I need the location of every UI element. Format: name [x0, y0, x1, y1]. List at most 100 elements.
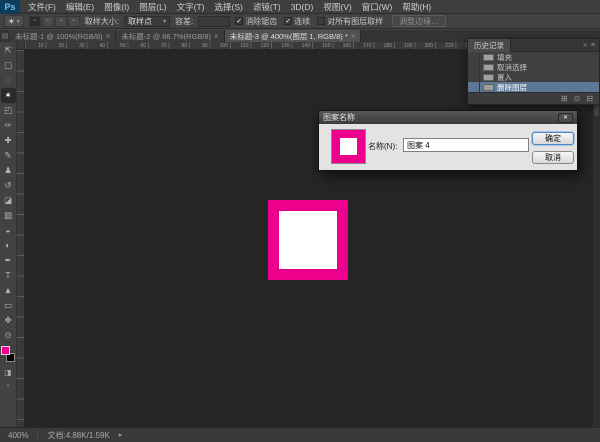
- clone-stamp-tool[interactable]: ♟: [1, 163, 16, 178]
- pen-tool[interactable]: ✒: [1, 253, 16, 268]
- history-header-icons: »≡: [583, 42, 599, 49]
- screen-mode-icon[interactable]: ▫: [1, 379, 16, 392]
- ruler-tick-label: 200: [415, 42, 436, 49]
- sample-size-dropdown[interactable]: 取样点 ▾: [124, 16, 170, 27]
- ruler-tick-label: 210: [435, 42, 456, 49]
- marquee-tool[interactable]: ▢: [1, 58, 16, 73]
- pattern-name-input[interactable]: [403, 138, 529, 152]
- ruler-tick-label: 190: [394, 42, 415, 49]
- menu-item[interactable]: 视图(V): [318, 0, 356, 14]
- menu-item[interactable]: 文件(F): [23, 0, 61, 14]
- menu-item[interactable]: 滤镜(T): [248, 0, 286, 14]
- ruler-tick-label: 20: [46, 42, 67, 49]
- menu-item[interactable]: 帮助(H): [397, 0, 436, 14]
- status-divider: [37, 431, 38, 440]
- history-state-icon: [483, 64, 494, 71]
- status-options-arrow-icon[interactable]: ▸: [119, 431, 123, 439]
- tab-history[interactable]: 历史记录: [468, 39, 511, 52]
- option-checkbox[interactable]: ✓连续: [284, 16, 310, 27]
- healing-brush-tool[interactable]: ✚: [1, 133, 16, 148]
- menu-item[interactable]: 图像(I): [99, 0, 134, 14]
- history-panel-header: 历史记录 »≡: [468, 39, 599, 52]
- zoom-tool[interactable]: ⊙: [1, 328, 16, 343]
- checkbox-label: 对所有图层取样: [327, 16, 383, 27]
- close-tab-icon[interactable]: ×: [106, 32, 111, 41]
- type-tool[interactable]: T: [1, 268, 16, 283]
- history-item[interactable]: 删除图层: [468, 82, 599, 92]
- dialog-title-bar[interactable]: 图案名称 ✕: [319, 111, 577, 124]
- magic-wand-tool[interactable]: ✶: [1, 88, 16, 103]
- quick-mask-icon[interactable]: ◨: [1, 366, 16, 379]
- history-item-label: 删除图层: [497, 82, 527, 93]
- tool-preset-picker[interactable]: ✶ ▾: [4, 15, 24, 27]
- brush-tool[interactable]: ✎: [1, 148, 16, 163]
- gradient-tool[interactable]: ▧: [1, 208, 16, 223]
- refine-edge-button[interactable]: 调整边缘…: [392, 15, 446, 27]
- tools-panel: ⇱▢◌✶◰✑✚✎♟↺◪▧◒◐✒T▲▭✥⊙ ◨▫: [0, 42, 17, 427]
- new-document-from-state-icon[interactable]: ⊞: [561, 94, 568, 103]
- sample-size-label: 取样大小:: [85, 16, 119, 27]
- panel-menu-icon[interactable]: ≡: [591, 42, 595, 49]
- ruler-tick-label: 50: [107, 42, 128, 49]
- move-tool[interactable]: ⇱: [1, 43, 16, 58]
- history-items: 填充取消选择置入删除图层: [468, 52, 599, 92]
- cancel-button[interactable]: 取消: [532, 151, 574, 164]
- tab-label: 未标题-3 @ 400%(图层 1, RGB/8) *: [230, 31, 348, 42]
- tab-overflow-icon[interactable]: ▤: [0, 30, 10, 42]
- blur-tool[interactable]: ◒: [1, 223, 16, 238]
- tools-list: ⇱▢◌✶◰✑✚✎♟↺◪▧◒◐✒T▲▭✥⊙: [1, 43, 16, 343]
- hand-tool[interactable]: ✥: [1, 313, 16, 328]
- document-tab[interactable]: 未标题-3 @ 400%(图层 1, RGB/8) *×: [225, 30, 362, 42]
- collapse-panel-icon[interactable]: »: [583, 42, 587, 49]
- menu-bar: Ps 文件(F)编辑(E)图像(I)图层(L)文字(T)选择(S)滤镜(T)3D…: [0, 0, 600, 14]
- close-tab-icon[interactable]: ×: [351, 32, 356, 41]
- menu-item[interactable]: 选择(S): [209, 0, 247, 14]
- history-item[interactable]: 填充: [468, 52, 599, 62]
- menu-item[interactable]: 文字(T): [172, 0, 210, 14]
- intersect-selection-icon[interactable]: ▫: [68, 16, 80, 27]
- add-selection-icon[interactable]: ▫: [42, 16, 54, 27]
- option-checkbox[interactable]: ✓消除锯齿: [235, 16, 277, 27]
- options-bar: ✶ ▾ ▫▫▫▫ 取样大小: 取样点 ▾ 容差: ✓消除锯齿✓连续对所有图层取样…: [0, 14, 600, 29]
- eraser-tool[interactable]: ◪: [1, 193, 16, 208]
- tolerance-input[interactable]: [198, 16, 230, 27]
- dodge-tool[interactable]: ◐: [1, 238, 16, 253]
- history-item[interactable]: 取消选择: [468, 62, 599, 72]
- ruler-tick-label: 120: [251, 42, 272, 49]
- ruler-tick-label: 60: [128, 42, 149, 49]
- document-tab[interactable]: 未标题-1 @ 100%(RGB/8)×: [10, 30, 116, 42]
- close-tab-icon[interactable]: ×: [214, 32, 219, 41]
- menu-item[interactable]: 3D(D): [286, 0, 319, 14]
- option-checkbox[interactable]: 对所有图层取样: [317, 16, 383, 27]
- menu-items: 文件(F)编辑(E)图像(I)图层(L)文字(T)选择(S)滤镜(T)3D(D)…: [23, 0, 436, 14]
- tab-label: 未标题-2 @ 66.7%(RGB/8): [121, 31, 211, 42]
- subtract-selection-icon[interactable]: ▫: [55, 16, 67, 27]
- menu-item[interactable]: 编辑(E): [61, 0, 99, 14]
- history-panel: 历史记录 »≡ 填充取消选择置入删除图层 ⊞⊙⊟: [467, 38, 600, 105]
- lasso-tool[interactable]: ◌: [1, 73, 16, 88]
- close-icon[interactable]: ✕: [558, 113, 573, 123]
- history-snapshot-well: [468, 62, 480, 72]
- crop-tool[interactable]: ◰: [1, 103, 16, 118]
- checkbox-label: 消除锯齿: [245, 16, 277, 27]
- vertical-scrollbar[interactable]: [593, 50, 600, 427]
- option-checkboxes: ✓消除锯齿 ✓连续 对所有图层取样: [235, 16, 383, 27]
- foreground-color-swatch[interactable]: [1, 346, 10, 355]
- ruler-tick-label: 30: [66, 42, 87, 49]
- ruler-tick-label: 150: [312, 42, 333, 49]
- history-item[interactable]: 置入: [468, 72, 599, 82]
- history-brush-tool[interactable]: ↺: [1, 178, 16, 193]
- ok-button[interactable]: 确定: [532, 132, 574, 145]
- vertical-ruler: [17, 50, 25, 427]
- shape-tool[interactable]: ▭: [1, 298, 16, 313]
- menu-item[interactable]: 图层(L): [134, 0, 171, 14]
- new-selection-icon[interactable]: ▫: [29, 16, 41, 27]
- document-tab[interactable]: 未标题-2 @ 66.7%(RGB/8)×: [116, 30, 224, 42]
- new-snapshot-icon[interactable]: ⊙: [574, 94, 581, 103]
- path-select-tool[interactable]: ▲: [1, 283, 16, 298]
- eyedropper-tool[interactable]: ✑: [1, 118, 16, 133]
- ruler-tick-label: 180: [374, 42, 395, 49]
- menu-item[interactable]: 窗口(W): [357, 0, 398, 14]
- delete-state-icon[interactable]: ⊟: [586, 94, 593, 103]
- zoom-level[interactable]: 400%: [8, 431, 28, 440]
